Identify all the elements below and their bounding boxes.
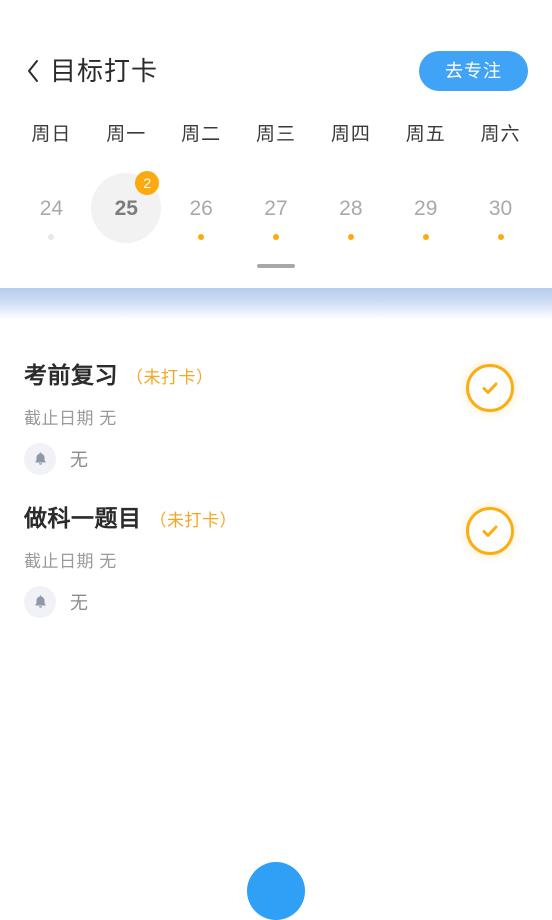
date-row: 24 25 2 26 27 28 29 30 (0, 171, 552, 244)
blue-gradient-divider (0, 288, 552, 320)
date-count-badge: 2 (135, 171, 160, 195)
task-status-badge: （未打卡） (149, 511, 237, 530)
date-cell-25[interactable]: 25 2 (89, 171, 164, 244)
date-dot (48, 234, 55, 240)
date-cell-26[interactable]: 26 (164, 172, 239, 244)
date-number: 27 (264, 196, 288, 220)
date-dot (497, 234, 504, 240)
task-title: 考前复习 (24, 362, 118, 388)
date-circle: 24 (16, 173, 86, 243)
page-title: 目标打卡 (50, 56, 159, 86)
task-status-badge: （未打卡） (126, 368, 214, 387)
task-title-row: 做科一题目 （未打卡） (24, 499, 528, 533)
task-reminder-value: 无 (70, 593, 88, 613)
date-number: 26 (189, 196, 213, 220)
add-task-fab[interactable] (247, 862, 305, 920)
weekday-label-sat: 周六 (480, 124, 521, 145)
weekday-header-row: 周日 周一 周二 周三 周四 周五 周六 (0, 120, 552, 150)
task-title-row: 考前复习 （未打卡） (24, 356, 528, 390)
sheet-drag-handle[interactable] (257, 264, 295, 268)
drag-handle-area (0, 244, 552, 288)
bell-icon (24, 586, 56, 618)
task-row[interactable]: 做科一题目 （未打卡） 截止日期 无 无 (0, 487, 552, 630)
task-check-in-button[interactable] (466, 507, 514, 555)
weekday-label-mon: 周一 (106, 124, 147, 145)
task-deadline: 截止日期 无 (24, 552, 117, 571)
date-dot (347, 234, 354, 240)
go-focus-button[interactable]: 去专注 (419, 51, 528, 91)
date-number: 30 (488, 196, 513, 220)
task-reminder-row: 无 (24, 443, 528, 475)
date-circle: 27 (241, 173, 311, 243)
task-check-in-button[interactable] (466, 364, 514, 412)
weekday-label-wed: 周三 (255, 124, 296, 145)
app-header: 目标打卡 去专注 (0, 38, 552, 104)
date-circle: 29 (391, 173, 461, 243)
date-dot (198, 234, 205, 240)
date-cell-27[interactable]: 27 (239, 172, 314, 244)
date-cell-24[interactable]: 24 (14, 172, 89, 244)
task-row[interactable]: 考前复习 （未打卡） 截止日期 无 无 (0, 344, 552, 487)
weekday-label-fri: 周五 (405, 124, 446, 145)
date-dot (272, 234, 279, 240)
task-reminder-value: 无 (70, 450, 88, 470)
date-cell-30[interactable]: 30 (463, 172, 538, 244)
week-calendar: 周日 周一 周二 周三 周四 周五 周六 24 25 2 26 27 28 29… (0, 104, 552, 244)
task-list: 考前复习 （未打卡） 截止日期 无 无 做科一题目 （未打卡） 截止日期 无 无 (0, 320, 552, 630)
date-number: 25 (114, 196, 138, 220)
date-number: 24 (39, 196, 64, 220)
weekday-label-sun: 周日 (31, 124, 72, 145)
date-number: 28 (339, 196, 363, 220)
weekday-label-tue: 周二 (181, 124, 222, 145)
task-reminder-row: 无 (24, 586, 528, 618)
status-bar (0, 0, 552, 38)
date-number: 29 (414, 196, 438, 220)
date-dot (422, 234, 429, 240)
date-circle: 26 (166, 173, 236, 243)
weekday-label-thu: 周四 (330, 124, 371, 145)
date-circle: 30 (466, 173, 536, 243)
task-title: 做科一题目 (24, 505, 142, 531)
date-circle: 28 (316, 173, 386, 243)
date-cell-29[interactable]: 29 (388, 172, 463, 244)
task-deadline: 截止日期 无 (24, 409, 117, 428)
date-circle-selected: 25 2 (91, 171, 162, 243)
bell-icon (24, 443, 56, 475)
back-chevron-icon[interactable] (26, 57, 44, 85)
date-cell-28[interactable]: 28 (313, 172, 388, 244)
